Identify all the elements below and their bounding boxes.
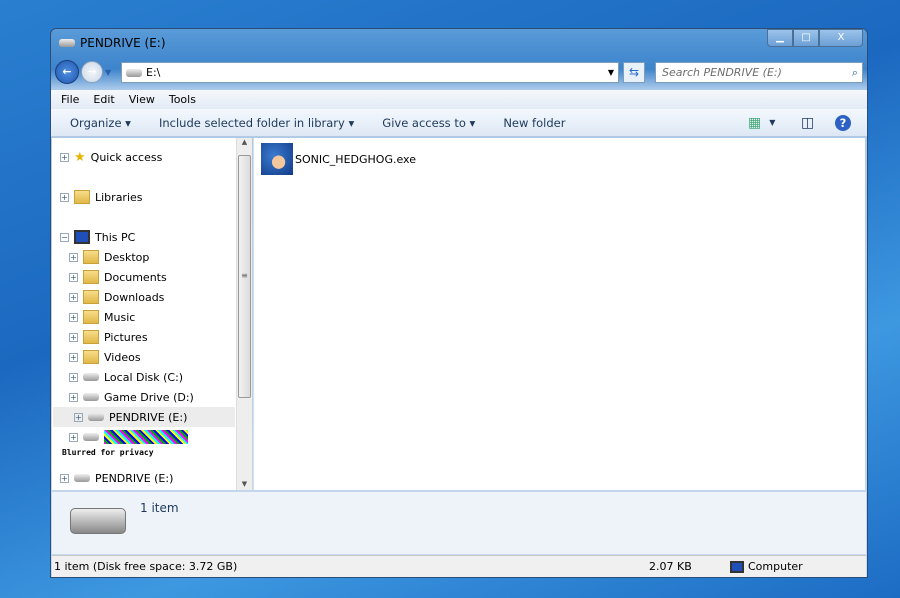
nav-quick-access[interactable]: + ★ Quick access [60, 147, 162, 167]
drive-icon [59, 39, 75, 47]
address-path: E:\ [146, 66, 161, 79]
status-size: 2.07 KB [649, 560, 692, 573]
scroll-up-arrow[interactable]: ▲ [237, 138, 252, 146]
status-location: Computer [748, 560, 803, 573]
recent-pages-dropdown[interactable]: ▼ [105, 68, 111, 77]
nav-pictures[interactable]: + Pictures [69, 327, 148, 347]
nav-local-disk-c[interactable]: + Local Disk (C:) [69, 367, 183, 387]
maximize-button[interactable]: □ [793, 29, 819, 47]
folder-icon [83, 290, 99, 304]
drive-icon [126, 68, 142, 77]
nav-desktop[interactable]: + Desktop [69, 247, 149, 267]
item-count: 1 item [140, 501, 179, 515]
view-options-button[interactable]: ▦ ▼ [748, 115, 775, 131]
explorer-window: PENDRIVE (E:) ▁ □ X ← → ▼ E:\ ▼ ⇆ Search … [50, 28, 868, 578]
nav-libraries[interactable]: + Libraries [60, 187, 143, 207]
help-button[interactable]: ? [835, 114, 851, 131]
nav-videos[interactable]: + Videos [69, 347, 141, 367]
address-dropdown[interactable]: ▼ [608, 68, 614, 77]
address-bar[interactable]: E:\ ▼ [121, 62, 619, 83]
drive-icon [74, 474, 90, 482]
computer-icon [730, 560, 744, 573]
title-bar: PENDRIVE (E:) [59, 36, 166, 50]
computer-icon [74, 230, 90, 244]
organize-button[interactable]: Organize ▾ [70, 116, 131, 130]
nav-pendrive-e[interactable]: + PENDRIVE (E:) [60, 468, 173, 488]
nav-documents[interactable]: + Documents [69, 267, 167, 287]
file-item[interactable]: SONIC_HEDGHOG.exe [261, 143, 416, 175]
search-input[interactable]: Search PENDRIVE (E:) ⌕ [655, 62, 863, 83]
nav-scrollbar[interactable]: ▲ ≡ ▼ [236, 138, 252, 490]
folder-icon [83, 250, 99, 264]
privacy-note: Blurred for privacy [62, 447, 154, 457]
search-icon[interactable]: ⌕ [852, 63, 858, 82]
navigation-pane: + ★ Quick access + Libraries − This PC + Desk… [52, 138, 236, 490]
libraries-icon [74, 190, 90, 204]
status-free-space: 1 item (Disk free space: 3.72 GB) [54, 560, 238, 573]
menu-tools[interactable]: Tools [169, 93, 196, 106]
scroll-down-arrow[interactable]: ▼ [237, 480, 252, 488]
folder-icon [83, 270, 99, 284]
minimize-button[interactable]: ▁ [767, 29, 793, 47]
file-name: SONIC_HEDGHOG.exe [295, 152, 416, 166]
drive-icon [83, 393, 99, 401]
star-icon: ★ [74, 149, 86, 165]
file-list: SONIC_HEDGHOG.exe [253, 138, 865, 490]
menu-edit[interactable]: Edit [93, 93, 114, 106]
menu-view[interactable]: View [129, 93, 155, 106]
new-folder-button[interactable]: New folder [503, 116, 565, 130]
preview-pane-button[interactable]: ◫ [801, 115, 814, 131]
nav-pendrive-e-selected[interactable]: + PENDRIVE (E:) [53, 407, 235, 427]
refresh-button[interactable]: ⇆ [623, 62, 645, 83]
nav-downloads[interactable]: + Downloads [69, 287, 164, 307]
scroll-thumb[interactable]: ≡ [238, 155, 251, 398]
drive-large-icon [70, 508, 126, 534]
nav-this-pc[interactable]: − This PC [60, 227, 135, 247]
window-title: PENDRIVE (E:) [80, 36, 166, 50]
menu-bar: File Edit View Tools [51, 90, 867, 109]
status-bar: 1 item (Disk free space: 3.72 GB) 2.07 K… [52, 555, 866, 577]
give-access-button[interactable]: Give access to ▾ [382, 116, 475, 130]
folder-icon [83, 330, 99, 344]
command-bar: Organize ▾ Include selected folder in li… [51, 109, 867, 137]
nav-game-drive-d[interactable]: + Game Drive (D:) [69, 387, 194, 407]
include-in-library-button[interactable]: Include selected folder in library ▾ [159, 116, 354, 130]
menu-file[interactable]: File [61, 93, 79, 106]
folder-icon [83, 310, 99, 324]
sonic-icon [261, 143, 293, 175]
drive-icon [83, 433, 99, 441]
forward-button[interactable]: → [81, 61, 103, 83]
close-button[interactable]: X [819, 29, 863, 47]
back-button[interactable]: ← [55, 60, 79, 84]
privacy-blur [104, 430, 188, 444]
details-pane: 1 item [52, 491, 866, 554]
drive-icon [88, 413, 104, 421]
nav-blurred-drive[interactable]: + [69, 427, 188, 447]
folder-icon [83, 350, 99, 364]
views-icon: ▦ [748, 114, 762, 131]
drive-icon [83, 373, 99, 381]
nav-music[interactable]: + Music [69, 307, 135, 327]
